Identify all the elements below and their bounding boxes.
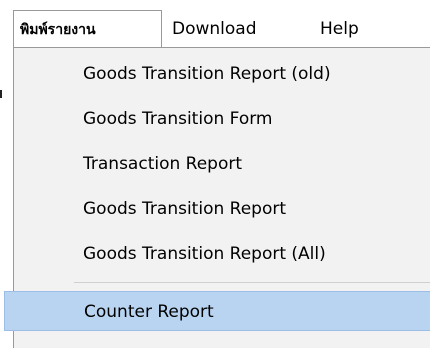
menu-item-transaction-report[interactable]: Transaction Report xyxy=(14,142,430,186)
menu-item-goods-transition-report-all[interactable]: Goods Transition Report (All) xyxy=(14,232,430,276)
menu-item-goods-transition-report[interactable]: Goods Transition Report xyxy=(14,187,430,231)
menu-item-goods-transition-report-old[interactable]: Goods Transition Report (old) xyxy=(14,52,430,96)
menu-report[interactable]: พิมพ์รายงาน xyxy=(13,10,162,48)
menu-download[interactable]: Download xyxy=(162,10,267,48)
report-dropdown-menu: Goods Transition Report (old) Goods Tran… xyxy=(4,47,430,348)
menu-bar: พิมพ์รายงาน Download Help xyxy=(0,0,430,48)
menu-item-counter-report[interactable]: Counter Report xyxy=(4,291,430,331)
menu-help[interactable]: Help xyxy=(310,10,369,48)
menu-item-goods-transition-form[interactable]: Goods Transition Form xyxy=(14,97,430,141)
window-edge-mark xyxy=(0,90,2,98)
menu-separator xyxy=(74,282,430,283)
